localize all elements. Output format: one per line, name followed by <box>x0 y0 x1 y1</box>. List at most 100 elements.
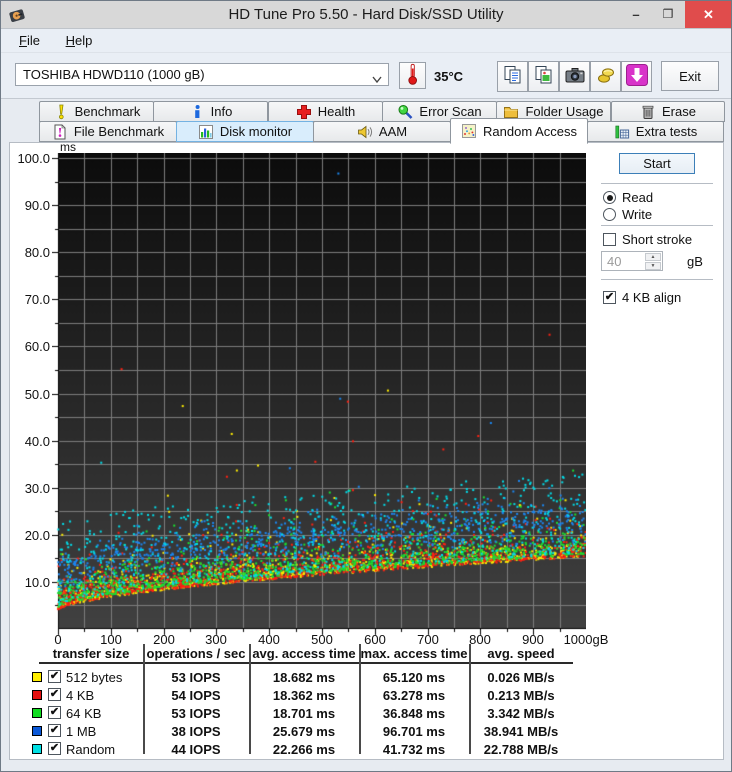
spin-down-button[interactable]: ▼ <box>645 262 661 270</box>
table-header-underline <box>39 662 573 664</box>
exit-button[interactable]: Exit <box>661 61 719 91</box>
max-access-value: 36.848 ms <box>382 706 446 721</box>
y-tick-label: 80.0 <box>24 245 50 260</box>
write-radio[interactable]: Write <box>603 207 652 222</box>
tab-extra-tests[interactable]: Extra tests <box>587 121 724 142</box>
y-tick-label: 90.0 <box>24 198 50 213</box>
tab-benchmark[interactable]: Benchmark <box>39 101 154 122</box>
short-stroke-label: Short stroke <box>622 232 693 247</box>
x-tick-label: 100 <box>100 632 122 647</box>
operations-value: 44 IOPS <box>171 742 221 757</box>
tab-extra-tests-label: Extra tests <box>635 124 698 139</box>
series-color-swatch <box>32 690 42 700</box>
y-tick-label: 50.0 <box>24 387 50 402</box>
tab-random-access[interactable]: Random Access <box>450 118 588 144</box>
tab-aam[interactable]: AAM <box>313 121 451 142</box>
series-label: 64 KB <box>66 706 102 721</box>
series-color-swatch <box>32 672 42 682</box>
series-color-swatch <box>32 708 42 718</box>
minimize-button[interactable]: – <box>621 1 651 28</box>
temperature-button[interactable] <box>399 62 426 89</box>
operations-value: 53 IOPS <box>171 706 221 721</box>
donate-icon <box>595 64 617 89</box>
read-radio-circle <box>603 191 616 204</box>
align-checkbox[interactable]: ✔ 4 KB align <box>603 290 681 305</box>
stroke-size-input[interactable]: 40 ▲ ▼ <box>601 251 663 271</box>
menu-file[interactable]: File <box>15 33 44 48</box>
tab-file-benchmark-label: File Benchmark <box>73 124 165 139</box>
tab-folder-usage-label: Folder Usage <box>525 104 604 119</box>
x-tick-label: 600 <box>364 632 386 647</box>
short-stroke-checkbox-box <box>603 233 616 246</box>
avg-access-value: 18.362 ms <box>272 688 336 703</box>
series-label: Random <box>66 742 116 757</box>
max-access-value: 96.701 ms <box>382 724 446 739</box>
series-color-swatch <box>32 726 42 736</box>
series-checkbox[interactable]: ✔ <box>48 706 61 719</box>
thermometer-icon <box>406 63 419 88</box>
update-button[interactable] <box>621 61 652 92</box>
series-checkbox[interactable]: ✔ <box>48 724 61 737</box>
start-button[interactable]: Start <box>619 153 695 174</box>
drive-selector-value: TOSHIBA HDWD110 (1000 gB) <box>23 67 205 82</box>
write-radio-circle <box>603 208 616 221</box>
spin-up-button[interactable]: ▲ <box>645 253 661 261</box>
y-tick-label: 10.0 <box>24 575 50 590</box>
tab-benchmark-label: Benchmark <box>74 104 141 119</box>
column-header-max-access: max. access time <box>360 646 468 661</box>
x-tick-label: 0 <box>54 632 62 647</box>
x-tick-label: 300 <box>205 632 227 647</box>
drive-selector[interactable]: TOSHIBA HDWD110 (1000 gB) <box>15 63 389 86</box>
series-checkbox[interactable]: ✔ <box>48 688 61 701</box>
operations-value: 53 IOPS <box>171 670 221 685</box>
x-tick-label: 400 <box>258 632 280 647</box>
error-scan-icon <box>397 104 413 120</box>
donate-button[interactable] <box>590 61 621 92</box>
y-tick-label: 30.0 <box>24 481 50 496</box>
copy-text-button[interactable] <box>497 61 528 92</box>
tab-erase[interactable]: Erase <box>611 101 725 122</box>
copy-image-button[interactable] <box>528 61 559 92</box>
tab-erase-label: Erase <box>662 104 696 119</box>
tab-disk-monitor[interactable]: Disk monitor <box>176 121 314 142</box>
avg-access-value: 22.266 ms <box>272 742 336 757</box>
titlebar: HD Tune Pro 5.50 - Hard Disk/SSD Utility… <box>1 1 731 29</box>
tab-file-benchmark[interactable]: File Benchmark <box>39 121 177 142</box>
screenshot-button[interactable] <box>559 61 590 92</box>
series-checkbox[interactable]: ✔ <box>48 742 61 755</box>
tab-health[interactable]: Health <box>268 101 383 122</box>
temperature-value: 35°C <box>434 69 464 84</box>
table-row-1-mb: ✔ 1 MB 38 IOPS 25.679 ms 96.701 ms 38.941 MB/… <box>1 723 731 741</box>
menu-help[interactable]: Help <box>62 33 97 48</box>
column-header-transfer-size: transfer size <box>52 646 130 661</box>
series-label: 1 MB <box>66 724 97 739</box>
x-tick-label: 500 <box>311 632 333 647</box>
series-label: 512 bytes <box>66 670 123 685</box>
avg-speed-value: 22.788 MB/s <box>483 742 559 757</box>
align-checkbox-label: 4 KB align <box>622 290 682 305</box>
x-tick-label: 800 <box>469 632 491 647</box>
exit-button-label: Exit <box>679 68 701 84</box>
toolbar: TOSHIBA HDWD110 (1000 gB) 35°C Exit <box>1 53 731 99</box>
app-window: HD Tune Pro 5.50 - Hard Disk/SSD Utility… <box>0 0 732 772</box>
stroke-size-unit-label: gB <box>687 254 703 269</box>
y-tick-label: 60.0 <box>24 339 50 354</box>
tab-aam-label: AAM <box>378 124 408 139</box>
avg-access-value: 18.701 ms <box>272 706 336 721</box>
close-button[interactable]: ✕ <box>685 1 731 28</box>
column-header-avg-speed: avg. speed <box>487 646 555 661</box>
separator <box>601 183 713 184</box>
random-access-scatter-chart <box>52 153 586 639</box>
health-icon <box>296 104 312 120</box>
table-row-512-bytes: ✔ 512 bytes 53 IOPS 18.682 ms 65.120 ms 0.026… <box>1 669 731 687</box>
x-tick-label: 700 <box>417 632 439 647</box>
y-axis-unit-label: ms <box>60 140 76 154</box>
tab-info[interactable]: Info <box>153 101 268 122</box>
operations-value: 38 IOPS <box>171 724 221 739</box>
series-checkbox[interactable]: ✔ <box>48 670 61 683</box>
short-stroke-checkbox[interactable]: Short stroke <box>603 232 692 247</box>
menubar: File Help <box>1 29 731 53</box>
benchmark-icon <box>53 104 69 120</box>
read-radio[interactable]: Read <box>603 190 653 205</box>
maximize-button[interactable]: ❒ <box>653 1 683 28</box>
